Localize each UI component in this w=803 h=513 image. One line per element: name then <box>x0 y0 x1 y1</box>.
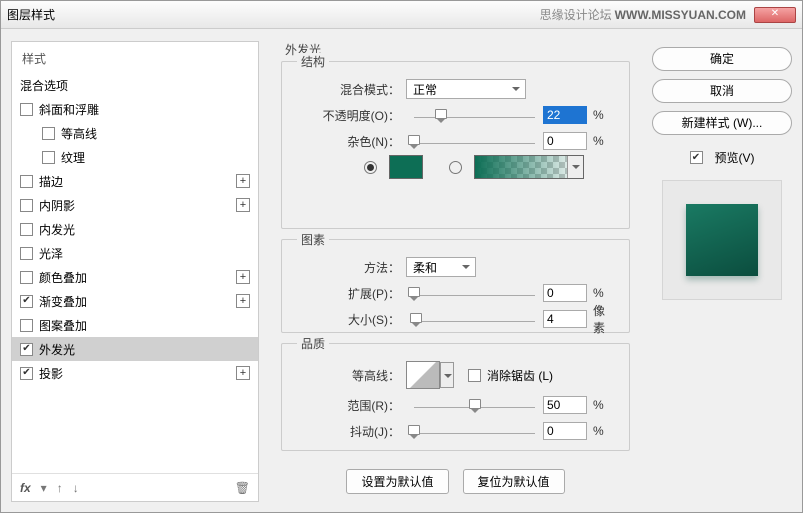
checkbox[interactable] <box>20 367 33 380</box>
contour-label: 等高线： <box>296 367 406 384</box>
antialias-label: 消除锯齿 (L) <box>487 367 553 384</box>
move-up-icon[interactable]: ↑ <box>57 481 63 495</box>
trash-icon[interactable]: 🗑 <box>235 481 250 495</box>
titlebar: 图层样式 思缘设计论坛 WWW.MISSYUAN.COM ✕ <box>1 1 802 29</box>
chevron-down-icon[interactable] <box>567 156 583 178</box>
range-label: 范围(R)： <box>296 397 406 414</box>
blending-options-row[interactable]: 混合选项 <box>12 73 258 97</box>
list-item-bevel[interactable]: 斜面和浮雕 <box>12 97 258 121</box>
preview-swatch <box>686 204 758 276</box>
checkbox[interactable] <box>20 223 33 236</box>
styles-heading[interactable]: 样式 <box>12 42 258 73</box>
styles-list: 样式 混合选项 斜面和浮雕 等高线 纹理 描边+ 内阴影+ 内发光 光泽 颜色叠… <box>11 41 259 502</box>
opacity-label: 不透明度(O)： <box>296 107 406 124</box>
add-icon[interactable]: + <box>236 270 250 284</box>
make-default-button[interactable]: 设置为默认值 <box>346 469 448 494</box>
chevron-down-icon[interactable] <box>440 362 454 388</box>
styles-footer: fx▾ ↑ ↓ 🗑 <box>12 473 258 501</box>
checkbox[interactable] <box>42 127 55 140</box>
checkbox[interactable] <box>20 319 33 332</box>
watermark: 思缘设计论坛 WWW.MISSYUAN.COM <box>540 6 746 23</box>
color-radio[interactable] <box>364 161 377 174</box>
size-slider[interactable] <box>414 310 535 328</box>
list-item-inner-shadow[interactable]: 内阴影+ <box>12 193 258 217</box>
add-icon[interactable]: + <box>236 294 250 308</box>
opacity-input[interactable]: 22 <box>543 106 587 124</box>
add-icon[interactable]: + <box>236 198 250 212</box>
gradient-swatch[interactable] <box>474 155 584 179</box>
gradient-radio[interactable] <box>449 161 462 174</box>
add-icon[interactable]: + <box>236 174 250 188</box>
elements-group: 方法： 柔和 扩展(P)： 0 % 大小(S)： 4 像素 <box>281 239 630 333</box>
jitter-label: 抖动(J)： <box>296 423 406 440</box>
action-panel: 确定 取消 新建样式 (W)... 预览(V) <box>652 41 792 502</box>
noise-input[interactable]: 0 <box>543 132 587 150</box>
jitter-slider[interactable] <box>414 422 535 440</box>
technique-label: 方法： <box>296 259 406 276</box>
structure-title: 结构 <box>297 53 329 70</box>
blend-mode-label: 混合模式： <box>296 81 406 98</box>
checkbox[interactable] <box>42 151 55 164</box>
close-button[interactable]: ✕ <box>754 7 796 23</box>
settings-panel: 外发光 结构 混合模式： 正常 不透明度(O)： 22 % <box>267 41 644 502</box>
list-item-inner-glow[interactable]: 内发光 <box>12 217 258 241</box>
quality-title: 品质 <box>297 335 329 352</box>
new-style-button[interactable]: 新建样式 (W)... <box>652 111 792 135</box>
spread-slider[interactable] <box>414 284 535 302</box>
reset-default-button[interactable]: 复位为默认值 <box>463 469 565 494</box>
antialias-checkbox[interactable] <box>468 369 481 382</box>
blend-mode-select[interactable]: 正常 <box>406 79 526 99</box>
list-item-pattern-overlay[interactable]: 图案叠加 <box>12 313 258 337</box>
elements-title: 图素 <box>297 231 329 248</box>
checkbox[interactable] <box>20 175 33 188</box>
cancel-button[interactable]: 取消 <box>652 79 792 103</box>
technique-select[interactable]: 柔和 <box>406 257 476 277</box>
opacity-slider[interactable] <box>414 106 535 124</box>
jitter-input[interactable]: 0 <box>543 422 587 440</box>
preview-box <box>662 180 782 300</box>
move-down-icon[interactable]: ↓ <box>73 481 79 495</box>
size-label: 大小(S)： <box>296 311 406 328</box>
list-item-color-overlay[interactable]: 颜色叠加+ <box>12 265 258 289</box>
size-input[interactable]: 4 <box>543 310 587 328</box>
checkbox[interactable] <box>20 247 33 260</box>
contour-picker[interactable] <box>406 361 440 389</box>
quality-group: 等高线： 消除锯齿 (L) 范围(R)： 50 % 抖动(J)： <box>281 343 630 451</box>
list-item-outer-glow[interactable]: 外发光 <box>12 337 258 361</box>
spread-input[interactable]: 0 <box>543 284 587 302</box>
list-item-satin[interactable]: 光泽 <box>12 241 258 265</box>
noise-slider[interactable] <box>414 132 535 150</box>
preview-label: 预览(V) <box>715 149 755 166</box>
ok-button[interactable]: 确定 <box>652 47 792 71</box>
preview-checkbox[interactable] <box>690 151 703 164</box>
checkbox[interactable] <box>20 103 33 116</box>
list-item-stroke[interactable]: 描边+ <box>12 169 258 193</box>
structure-group: 混合模式： 正常 不透明度(O)： 22 % 杂色(N)： 0 % <box>281 61 630 229</box>
layer-style-dialog: 图层样式 思缘设计论坛 WWW.MISSYUAN.COM ✕ 样式 混合选项 斜… <box>0 0 803 513</box>
spread-label: 扩展(P)： <box>296 285 406 302</box>
noise-label: 杂色(N)： <box>296 133 406 150</box>
checkbox[interactable] <box>20 271 33 284</box>
range-input[interactable]: 50 <box>543 396 587 414</box>
list-item-contour[interactable]: 等高线 <box>12 121 258 145</box>
window-title: 图层样式 <box>7 6 55 23</box>
checkbox[interactable] <box>20 295 33 308</box>
range-slider[interactable] <box>414 396 535 414</box>
list-item-drop-shadow[interactable]: 投影+ <box>12 361 258 385</box>
add-icon[interactable]: + <box>236 366 250 380</box>
list-item-gradient-overlay[interactable]: 渐变叠加+ <box>12 289 258 313</box>
color-swatch[interactable] <box>389 155 423 179</box>
list-item-texture[interactable]: 纹理 <box>12 145 258 169</box>
fx-menu-icon[interactable]: fx <box>20 481 31 495</box>
checkbox[interactable] <box>20 343 33 356</box>
checkbox[interactable] <box>20 199 33 212</box>
